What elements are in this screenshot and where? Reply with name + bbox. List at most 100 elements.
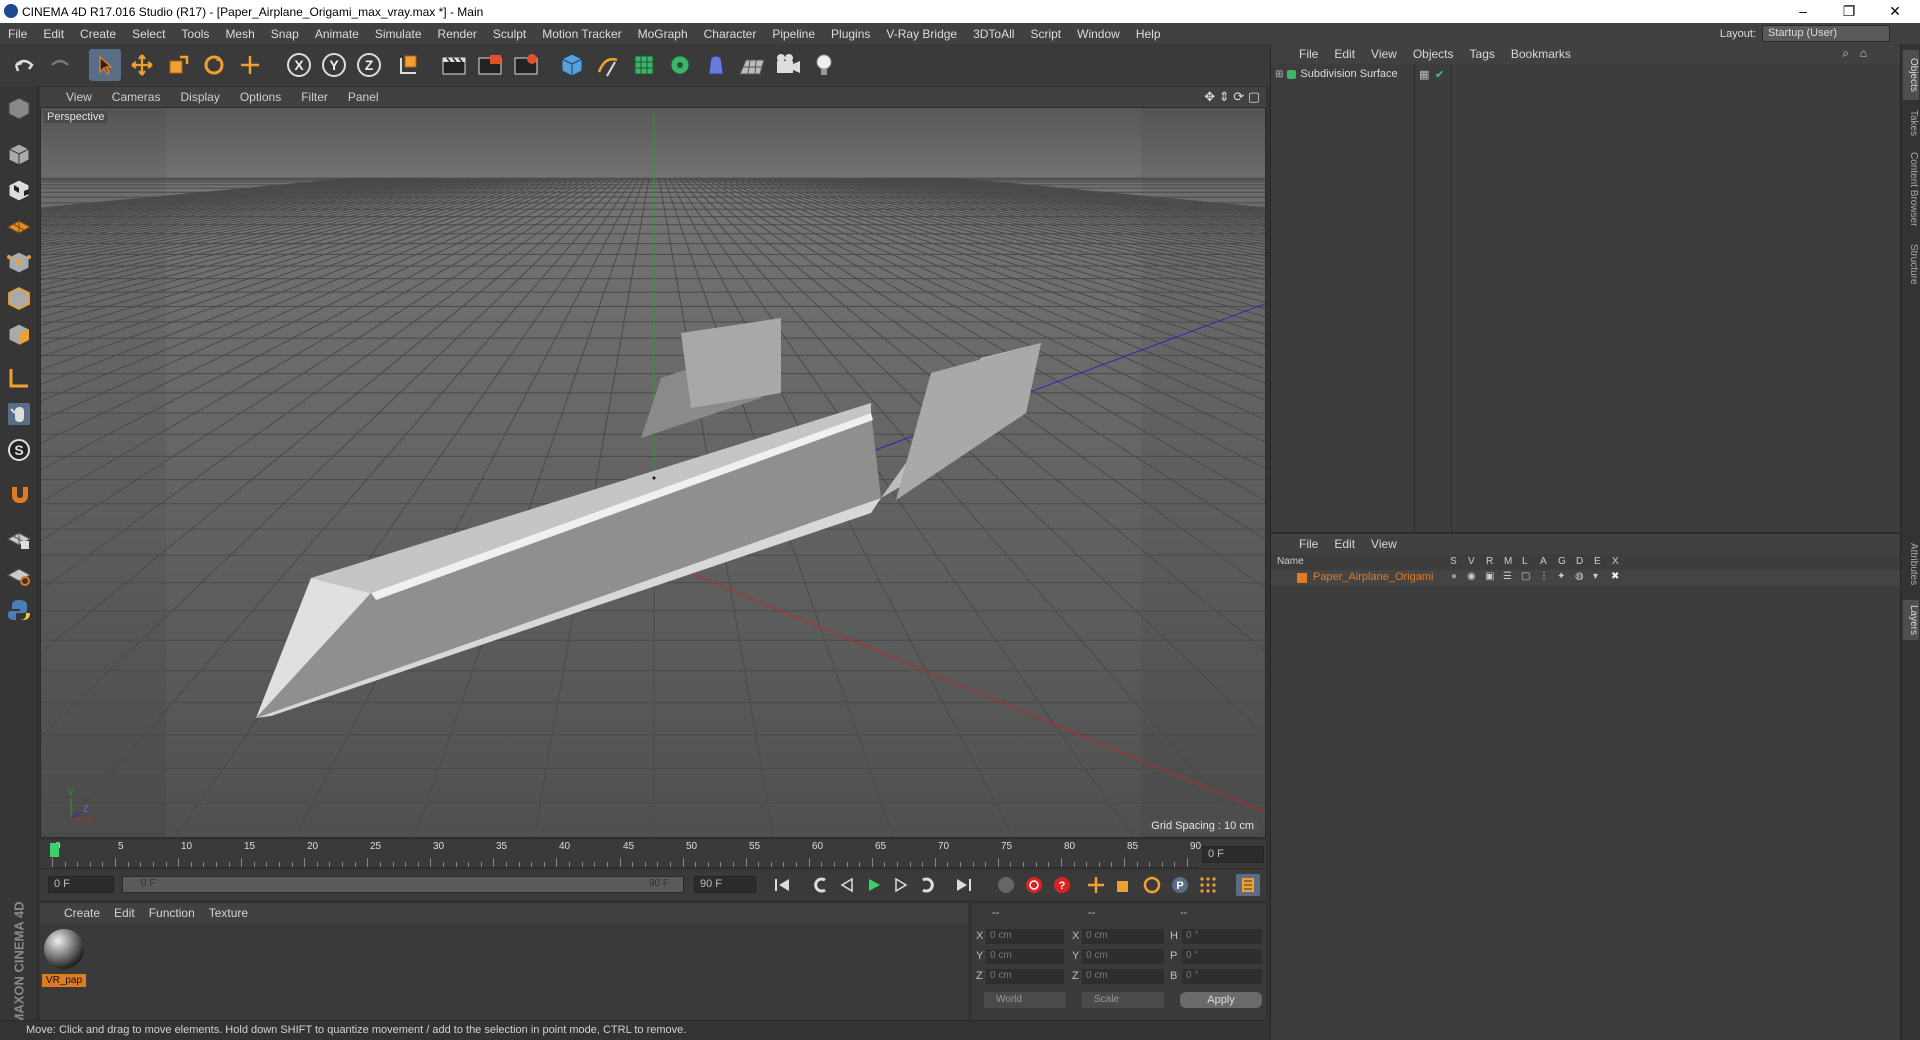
coordinate-system-icon[interactable] bbox=[392, 49, 424, 81]
rotate-tool-icon[interactable] bbox=[198, 49, 230, 81]
previous-key-icon[interactable] bbox=[808, 874, 832, 896]
menu-file[interactable]: File bbox=[0, 27, 35, 41]
make-editable-icon[interactable] bbox=[3, 92, 35, 124]
coord-size-y-field[interactable]: 0 cm bbox=[1082, 949, 1164, 964]
side-tab-attributes[interactable]: Attributes bbox=[1903, 534, 1919, 594]
layers-menu-view[interactable]: View bbox=[1363, 537, 1405, 551]
menu-mesh[interactable]: Mesh bbox=[217, 27, 262, 41]
side-tab-content-browser[interactable]: Content Browser bbox=[1903, 146, 1919, 232]
coord-rot-b-field[interactable]: 0 ° bbox=[1182, 969, 1262, 984]
next-key-icon[interactable] bbox=[916, 874, 940, 896]
timeline-window-icon[interactable] bbox=[1236, 874, 1260, 896]
light-icon[interactable] bbox=[808, 49, 840, 81]
objects-menu-tags[interactable]: Tags bbox=[1462, 47, 1503, 61]
minimize-button[interactable]: – bbox=[1780, 0, 1826, 23]
current-frame-field[interactable]: 0 F bbox=[1202, 846, 1264, 863]
recent-tool-icon[interactable] bbox=[234, 49, 266, 81]
deformer-icon[interactable] bbox=[700, 49, 732, 81]
coord-rot-p-field[interactable]: 0 ° bbox=[1182, 949, 1262, 964]
workplane-lock-icon[interactable] bbox=[3, 522, 35, 554]
y-axis-lock-icon[interactable]: Y bbox=[318, 49, 350, 81]
menu-script[interactable]: Script bbox=[1022, 27, 1069, 41]
layer-generators-icon[interactable]: ✦ bbox=[1557, 571, 1565, 582]
menu-help[interactable]: Help bbox=[1128, 27, 1169, 41]
frame-range-slider[interactable]: 0 F 90 F bbox=[122, 876, 684, 893]
layer-col-a[interactable]: A bbox=[1540, 556, 1547, 567]
solo-mode-icon[interactable]: S bbox=[3, 434, 35, 466]
coord-rot-h-field[interactable]: 0 ° bbox=[1182, 929, 1262, 944]
layer-col-r[interactable]: R bbox=[1486, 556, 1493, 567]
viewport-menu-display[interactable]: Display bbox=[170, 90, 229, 104]
menu-vray-bridge[interactable]: V-Ray Bridge bbox=[878, 27, 965, 41]
render-picture-viewer-icon[interactable] bbox=[474, 49, 506, 81]
playhead[interactable] bbox=[50, 843, 59, 857]
polygons-mode-icon[interactable] bbox=[3, 318, 35, 350]
z-axis-lock-icon[interactable]: Z bbox=[353, 49, 385, 81]
menu-tools[interactable]: Tools bbox=[173, 27, 217, 41]
object-row[interactable]: ⊞ Subdivision Surface ▦ ✔ bbox=[1275, 66, 1475, 82]
viewport-menu-options[interactable]: Options bbox=[230, 90, 291, 104]
layer-row[interactable]: Paper_Airplane_Origami ● ◉ ▣ ☰ ▢ ⋮ ✦ ◍ ▾… bbox=[1271, 570, 1901, 586]
layer-color-swatch[interactable] bbox=[1297, 573, 1307, 583]
menu-motion-tracker[interactable]: Motion Tracker bbox=[534, 27, 629, 41]
enable-axis-icon[interactable] bbox=[3, 362, 35, 394]
menu-3dtoall[interactable]: 3DToAll bbox=[965, 27, 1022, 41]
objects-menu-objects[interactable]: Objects bbox=[1405, 47, 1462, 61]
render-settings-icon[interactable] bbox=[510, 49, 542, 81]
redo-icon[interactable] bbox=[44, 49, 76, 81]
objects-search-icon[interactable]: ⌕ bbox=[1842, 46, 1849, 61]
undo-icon[interactable] bbox=[8, 49, 40, 81]
layer-animation-icon[interactable]: ⋮ bbox=[1539, 571, 1549, 582]
side-tab-objects[interactable]: Objects bbox=[1903, 50, 1919, 100]
start-frame-field[interactable]: 0 F bbox=[48, 876, 114, 893]
layout-dropdown[interactable]: Startup (User) bbox=[1762, 25, 1890, 42]
menu-mograph[interactable]: MoGraph bbox=[630, 27, 696, 41]
material-menu-function[interactable]: Function bbox=[142, 906, 202, 920]
render-view-icon[interactable] bbox=[438, 49, 470, 81]
layer-deformers-icon[interactable]: ◍ bbox=[1575, 571, 1584, 582]
viewport-menu-cameras[interactable]: Cameras bbox=[102, 90, 171, 104]
material-swatch[interactable]: VR_pap bbox=[42, 927, 86, 987]
texture-mode-icon[interactable] bbox=[3, 174, 35, 206]
menu-snap[interactable]: Snap bbox=[263, 27, 307, 41]
key-position-icon[interactable] bbox=[1084, 874, 1108, 896]
key-pla-icon[interactable] bbox=[1196, 874, 1220, 896]
layer-xref-icon[interactable]: ✖ bbox=[1611, 571, 1619, 582]
viewport-nav-icons[interactable]: ✥ ⇕ ⟳ ▢ bbox=[1204, 89, 1260, 105]
coord-pos-z-field[interactable]: 0 cm bbox=[986, 969, 1064, 984]
menu-character[interactable]: Character bbox=[696, 27, 765, 41]
key-parameter-icon[interactable]: P bbox=[1168, 874, 1192, 896]
model-mode-icon[interactable] bbox=[3, 138, 35, 170]
menu-select[interactable]: Select bbox=[124, 27, 173, 41]
record-active-icon[interactable] bbox=[1022, 874, 1046, 896]
objects-menu-view[interactable]: View bbox=[1363, 47, 1405, 61]
restore-button[interactable]: ❐ bbox=[1826, 0, 1872, 23]
layers-menu-edit[interactable]: Edit bbox=[1326, 537, 1363, 551]
layer-col-x[interactable]: X bbox=[1612, 556, 1619, 567]
close-button[interactable]: ✕ bbox=[1872, 0, 1918, 23]
play-forward-icon[interactable] bbox=[862, 874, 886, 896]
menu-animate[interactable]: Animate bbox=[307, 27, 367, 41]
previous-frame-icon[interactable] bbox=[835, 874, 859, 896]
side-tab-structure[interactable]: Structure bbox=[1903, 238, 1919, 290]
tweak-mode-icon[interactable] bbox=[3, 398, 35, 430]
side-tab-takes[interactable]: Takes bbox=[1903, 106, 1919, 140]
layer-col-l[interactable]: L bbox=[1522, 556, 1528, 567]
coord-size-z-field[interactable]: 0 cm bbox=[1082, 969, 1164, 984]
camera-icon[interactable] bbox=[772, 49, 804, 81]
perspective-viewport[interactable]: Y X Z Perspective Grid Spacing : 10 cm bbox=[40, 107, 1266, 838]
layer-visible-icon[interactable]: ◉ bbox=[1467, 571, 1476, 582]
coord-space-dropdown[interactable]: World bbox=[984, 992, 1066, 1008]
objects-home-icon[interactable]: ⌂ bbox=[1860, 46, 1867, 60]
layer-col-s[interactable]: S bbox=[1450, 556, 1457, 567]
points-mode-icon[interactable] bbox=[3, 246, 35, 278]
layer-col-v[interactable]: V bbox=[1468, 556, 1475, 567]
go-to-end-icon[interactable] bbox=[952, 874, 976, 896]
layer-render-icon[interactable]: ▣ bbox=[1485, 571, 1494, 582]
workplane-icon[interactable] bbox=[3, 208, 35, 240]
coord-apply-button[interactable]: Apply bbox=[1180, 992, 1262, 1008]
end-frame-field[interactable]: 90 F bbox=[694, 876, 756, 893]
layer-manager-icon[interactable]: ☰ bbox=[1503, 571, 1512, 582]
menu-plugins[interactable]: Plugins bbox=[823, 27, 878, 41]
coord-mode-dropdown[interactable]: Scale bbox=[1082, 992, 1164, 1008]
